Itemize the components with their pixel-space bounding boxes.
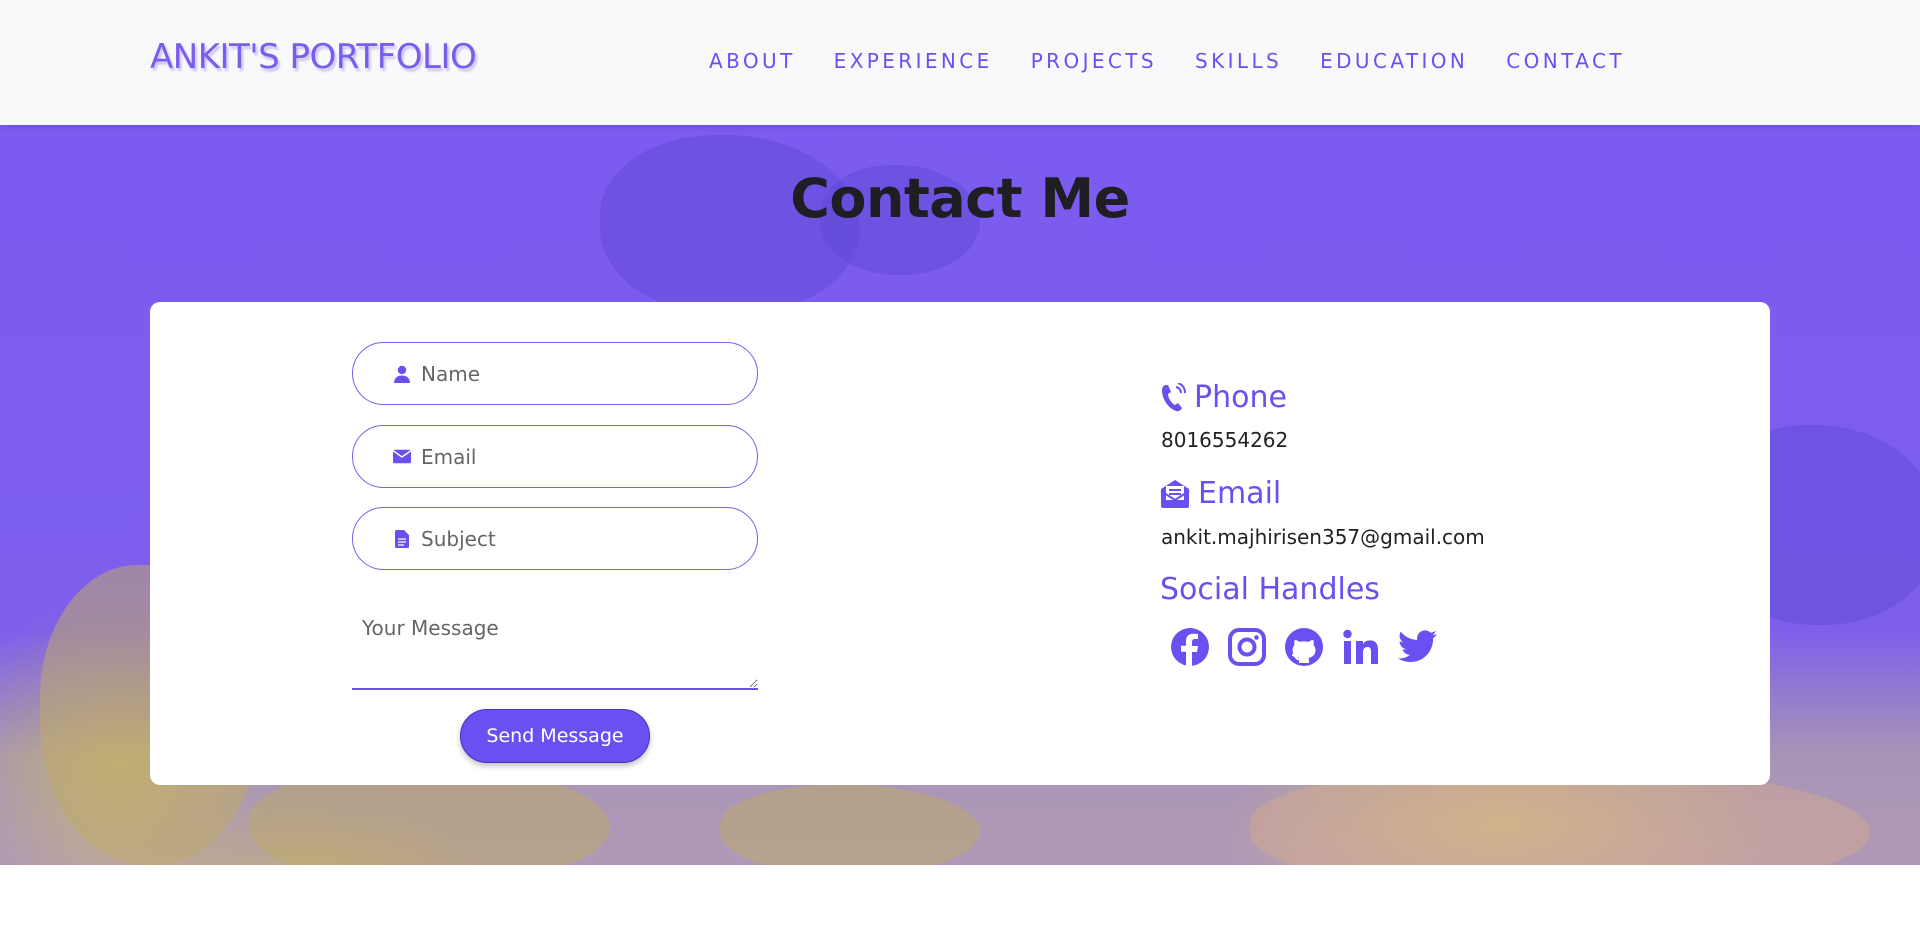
contact-card: Send Message Phone 8016554262 Email anki…	[150, 302, 1770, 785]
email-field[interactable]	[352, 425, 758, 488]
map-landmass	[720, 785, 980, 865]
nav-link-about[interactable]: ABOUT	[709, 49, 796, 73]
message-textarea[interactable]	[352, 606, 758, 690]
nav-link-contact[interactable]: CONTACT	[1506, 49, 1625, 73]
envelope-open-text-icon	[1160, 479, 1190, 509]
twitter-icon[interactable]	[1398, 627, 1438, 667]
section-title: Contact Me	[790, 167, 1130, 230]
phone-heading: Phone	[1160, 380, 1287, 415]
linkedin-icon[interactable]	[1341, 627, 1381, 667]
name-field[interactable]	[352, 342, 758, 405]
nav-link-skills[interactable]: SKILLS	[1195, 49, 1282, 73]
send-message-button[interactable]: Send Message	[460, 709, 650, 763]
nav-link-education[interactable]: EDUCATION	[1320, 49, 1468, 73]
phone-volume-icon	[1160, 382, 1186, 413]
email-heading: Email	[1160, 476, 1281, 511]
envelope-icon	[393, 448, 411, 466]
instagram-icon[interactable]	[1227, 627, 1267, 667]
document-icon	[393, 529, 411, 548]
social-links	[1170, 627, 1438, 667]
github-icon[interactable]	[1284, 627, 1324, 667]
name-input[interactable]	[421, 361, 741, 386]
social-heading: Social Handles	[1160, 572, 1380, 607]
nav-menu: ABOUT EXPERIENCE PROJECTS SKILLS EDUCATI…	[709, 49, 1625, 73]
contact-section: Contact Me Send Message	[0, 125, 1920, 865]
user-icon	[393, 365, 411, 383]
phone-value: 8016554262	[1161, 428, 1289, 452]
nav-link-experience[interactable]: EXPERIENCE	[834, 49, 993, 73]
phone-heading-label: Phone	[1194, 380, 1287, 415]
brand-logo[interactable]: ANKIT'S PORTFOLIO	[150, 37, 477, 77]
subject-input[interactable]	[421, 526, 741, 551]
email-heading-label: Email	[1198, 476, 1282, 511]
facebook-icon[interactable]	[1170, 627, 1210, 667]
social-heading-label: Social Handles	[1160, 572, 1380, 607]
navbar: ANKIT'S PORTFOLIO ABOUT EXPERIENCE PROJE…	[0, 0, 1920, 125]
email-value: ankit.majhirisen357@gmail.com	[1161, 525, 1485, 549]
subject-field[interactable]	[352, 507, 758, 570]
email-input[interactable]	[421, 444, 741, 469]
nav-link-projects[interactable]: PROJECTS	[1031, 49, 1157, 73]
